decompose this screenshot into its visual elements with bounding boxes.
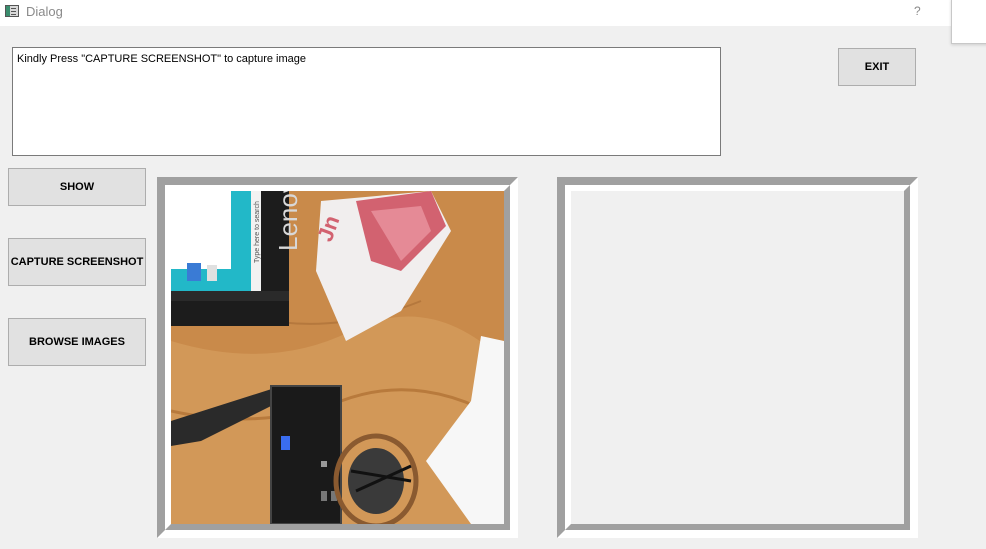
output-image-area: [565, 185, 910, 530]
output-image-frame: [557, 177, 918, 538]
capture-screenshot-button[interactable]: CAPTURE SCREENSHOT: [8, 238, 146, 286]
captured-image-area: Lenovo Type here to search Jn: [165, 185, 510, 530]
title-bar: Dialog ?: [0, 0, 986, 26]
captured-image-frame: Lenovo Type here to search Jn: [157, 177, 518, 538]
overlay-window: [951, 0, 986, 44]
monitor-brand-text: Lenovo: [273, 191, 303, 251]
browse-images-button[interactable]: BROWSE IMAGES: [8, 318, 146, 366]
message-textbox[interactable]: Kindly Press "CAPTURE SCREENSHOT" to cap…: [12, 47, 721, 156]
app-window-icon: [5, 5, 19, 17]
show-button[interactable]: SHOW: [8, 168, 146, 206]
message-text: Kindly Press "CAPTURE SCREENSHOT" to cap…: [17, 53, 307, 65]
help-button[interactable]: ?: [914, 4, 921, 18]
taskbar-search-text: Type here to search: [254, 201, 261, 263]
exit-button[interactable]: EXIT: [838, 48, 916, 86]
captured-photo: Lenovo Type here to search Jn: [171, 191, 504, 524]
window-title: Dialog: [26, 4, 63, 19]
